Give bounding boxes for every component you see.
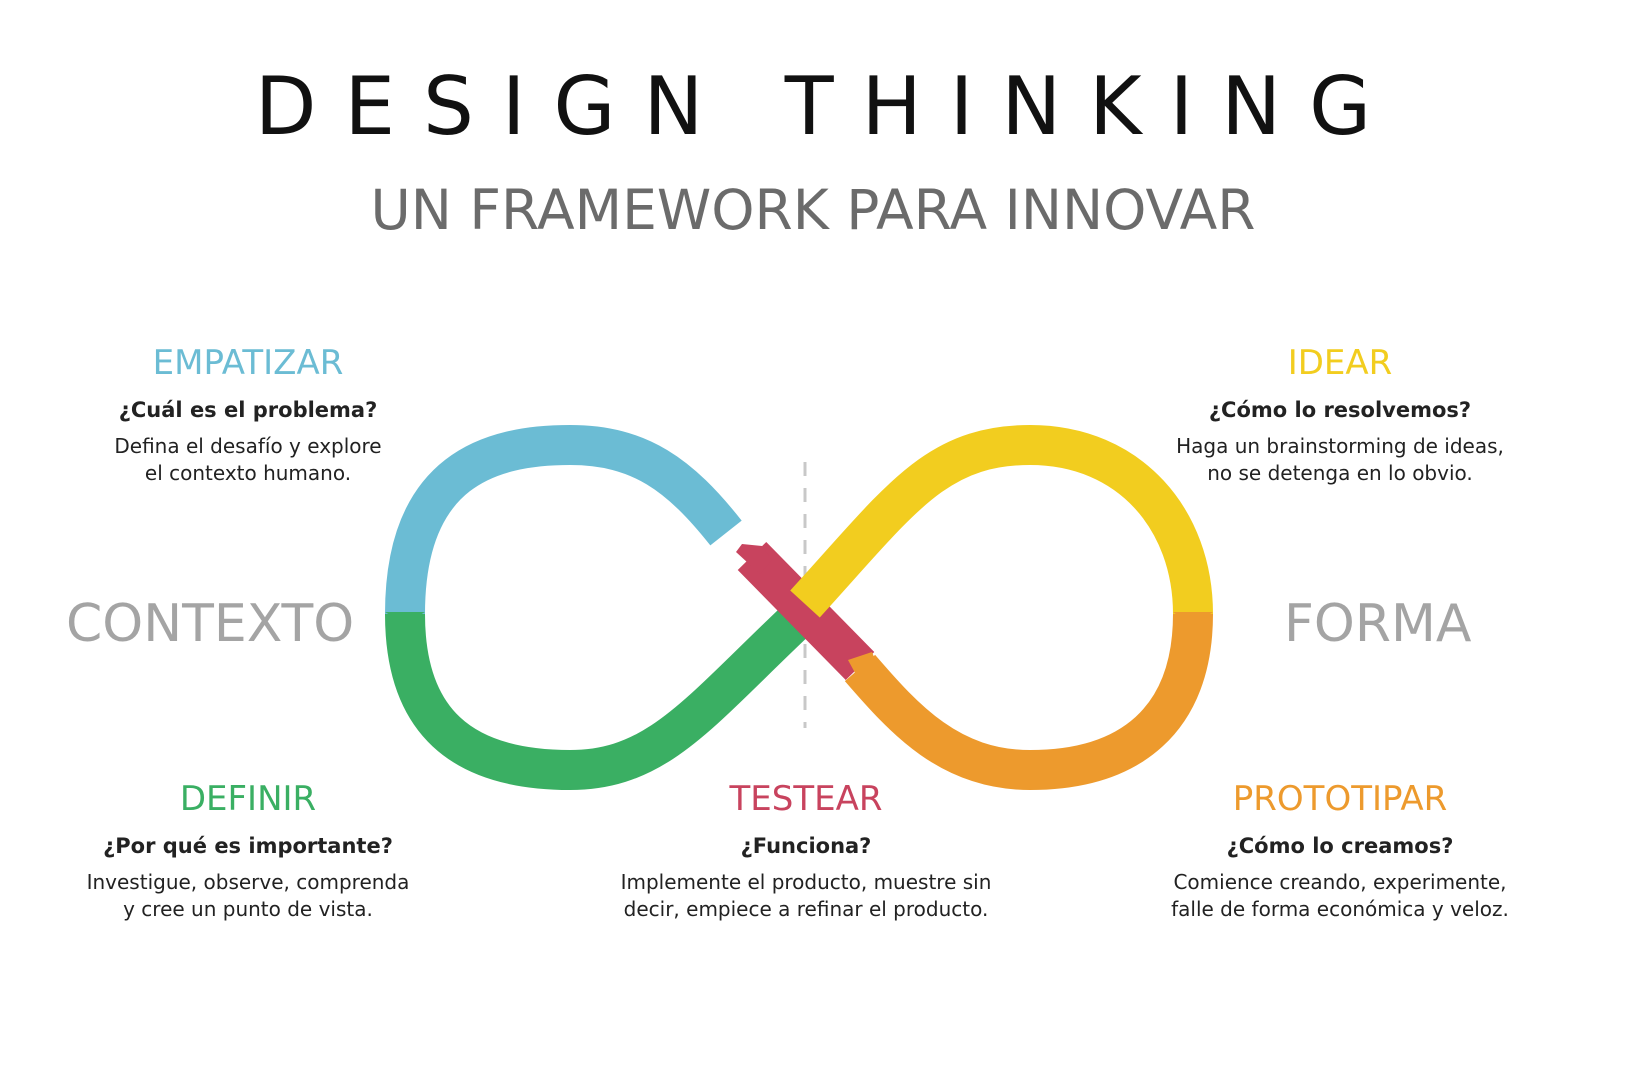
stage-question-testear: ¿Funciona? — [740, 834, 872, 858]
stage-name-testear: TESTEAR — [729, 779, 883, 819]
stage-question-idear: ¿Cómo lo resolvemos? — [1208, 398, 1472, 422]
stage-desc-line-empatizar-1: Defina el desafío y explore — [114, 434, 382, 458]
stage-idear: IDEAR ¿Cómo lo resolvemos? Haga un brain… — [1130, 343, 1550, 487]
stage-name-empatizar: EMPATIZAR — [152, 343, 344, 383]
stage-name-prototipar: PROTOTIPAR — [1232, 779, 1448, 819]
stage-desc-line-idear-2: no se detenga en lo obvio. — [1207, 461, 1473, 485]
stage-name-idear: IDEAR — [1287, 343, 1393, 383]
stage-name-definir: DEFINIR — [179, 779, 317, 819]
stage-desc-line-prototipar-2: falle de forma económica y veloz. — [1171, 897, 1509, 921]
stage-desc-line-testear-2: decir, empiece a refinar el producto. — [623, 897, 989, 921]
stage-question-empatizar: ¿Cuál es el problema? — [118, 398, 378, 422]
segment-prototipar — [844, 613, 1213, 791]
segment-definir — [385, 597, 819, 791]
stage-definir: DEFINIR ¿Por qué es importante? Investig… — [38, 779, 458, 923]
stage-desc-line-definir-2: y cree un punto de vista. — [123, 897, 373, 921]
stage-question-definir: ¿Por qué es importante? — [103, 834, 393, 858]
stage-desc-line-idear-1: Haga un brainstorming de ideas, — [1176, 434, 1504, 458]
stage-prototipar: PROTOTIPAR ¿Cómo lo creamos? Comience cr… — [1130, 779, 1550, 923]
stage-desc-line-definir-1: Investigue, observe, comprenda — [86, 870, 410, 894]
stage-testear: TESTEAR ¿Funciona? Implemente el product… — [566, 779, 1046, 923]
stage-desc-line-prototipar-1: Comience creando, experimente, — [1173, 870, 1507, 894]
stage-desc-line-empatizar-2: el contexto humano. — [144, 461, 352, 485]
stage-desc-line-testear-1: Implemente el producto, muestre sin — [620, 870, 992, 894]
stage-question-prototipar: ¿Cómo lo creamos? — [1226, 834, 1454, 858]
stage-empatizar: EMPATIZAR ¿Cuál es el problema? Defina e… — [38, 343, 458, 487]
